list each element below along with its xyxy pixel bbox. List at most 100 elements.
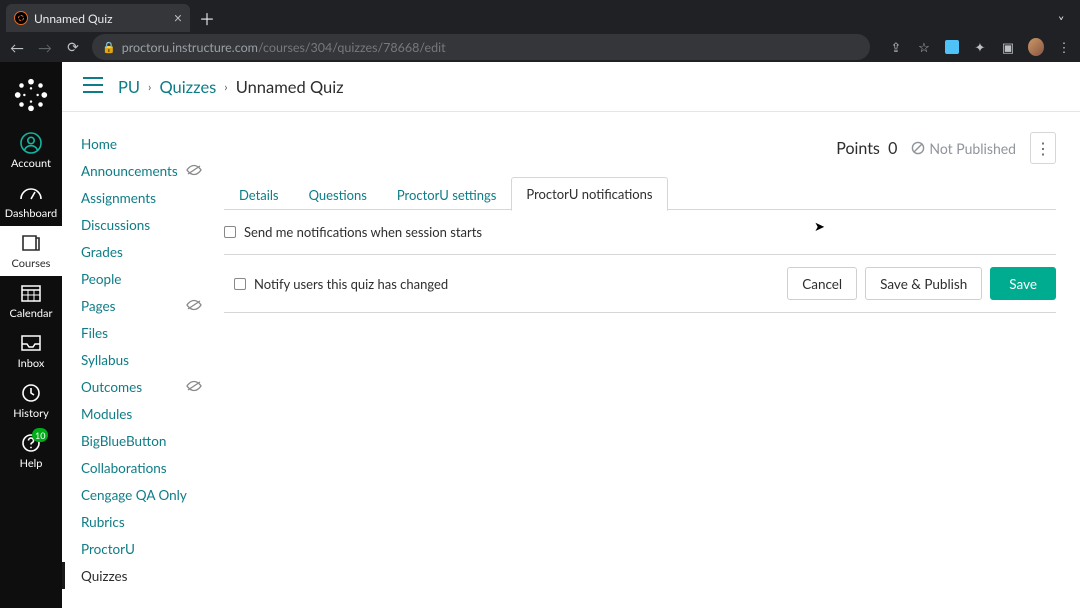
publish-status: Not Published	[911, 140, 1016, 157]
course-nav-item[interactable]: Outcomes	[62, 373, 212, 400]
course-nav-item[interactable]: ProctorU	[62, 535, 212, 562]
global-nav-label: History	[13, 407, 49, 420]
global-nav-history[interactable]: History	[0, 376, 62, 426]
global-nav-help[interactable]: 10 Help	[0, 426, 62, 476]
course-nav-label: People	[81, 271, 121, 287]
global-nav-label: Courses	[12, 257, 51, 270]
hamburger-button[interactable]	[82, 76, 104, 98]
back-button[interactable]: ←	[8, 39, 26, 56]
toolbar-right-icons: ⇪ ☆ ✦ ▣ ⋮	[888, 39, 1072, 55]
not-published-icon	[911, 141, 925, 155]
tabs: DetailsQuestionsProctorU settingsProctor…	[224, 176, 1056, 210]
hidden-icon	[186, 379, 202, 395]
breadcrumb-current: Unnamed Quiz	[236, 77, 344, 97]
global-nav-account[interactable]: Account	[0, 126, 62, 176]
extension-icon-1[interactable]	[944, 39, 960, 55]
save-button[interactable]: Save	[990, 267, 1056, 300]
dashboard-icon	[18, 181, 44, 205]
send-notifications-checkbox[interactable]	[224, 226, 236, 238]
global-nav-label: Dashboard	[5, 207, 57, 220]
address-bar[interactable]: 🔒 proctoru.instructure.com/courses/304/q…	[92, 34, 870, 60]
global-nav-label: Help	[20, 457, 43, 470]
publish-status-label: Not Published	[929, 140, 1016, 157]
course-nav-label: Discussions	[81, 217, 150, 233]
reload-button[interactable]: ⟳	[64, 38, 82, 56]
extensions-icon[interactable]: ✦	[972, 39, 988, 55]
url-text: proctoru.instructure.com/courses/304/qui…	[122, 40, 446, 55]
course-nav-item[interactable]: Quizzes	[62, 562, 212, 589]
breadcrumb-sep: ›	[224, 79, 227, 94]
content-tab[interactable]: ProctorU notifications	[511, 177, 667, 211]
content-tab[interactable]: Questions	[294, 177, 382, 211]
breadcrumb: PU › Quizzes › Unnamed Quiz	[118, 77, 344, 97]
global-nav-courses[interactable]: Courses	[0, 226, 62, 276]
send-notifications-row[interactable]: Send me notifications when session start…	[224, 224, 1056, 240]
course-nav-label: Quizzes	[81, 568, 128, 584]
points-value: 0	[888, 139, 897, 158]
global-nav-dashboard[interactable]: Dashboard	[0, 176, 62, 226]
course-nav-item[interactable]: Files	[62, 319, 212, 346]
global-nav-label: Inbox	[18, 357, 45, 370]
breadcrumb-sep: ›	[148, 79, 151, 94]
course-nav-item[interactable]: Modules	[62, 400, 212, 427]
cancel-button[interactable]: Cancel	[787, 267, 857, 300]
tab-favicon	[14, 11, 28, 25]
course-nav-item[interactable]: Syllabus	[62, 346, 212, 373]
tab-overflow-button[interactable]: ˅	[1052, 9, 1070, 32]
course-nav-label: Rubrics	[81, 514, 125, 530]
course-nav-item[interactable]: Discussions	[62, 211, 212, 238]
footer-row: Notify users this quiz has changed Cance…	[224, 255, 1056, 313]
browser-toolbar: ← → ⟳ 🔒 proctoru.instructure.com/courses…	[0, 32, 1080, 62]
browser-tab[interactable]: Unnamed Quiz ×	[6, 4, 190, 32]
course-nav-item[interactable]: Assignments	[62, 184, 212, 211]
course-nav-item[interactable]: Grades	[62, 238, 212, 265]
profile-avatar-icon[interactable]	[1028, 39, 1044, 55]
content-tab[interactable]: ProctorU settings	[382, 177, 512, 211]
notify-changed-row[interactable]: Notify users this quiz has changed	[224, 276, 779, 292]
kebab-menu-icon[interactable]: ⋮	[1056, 39, 1072, 55]
new-tab-button[interactable]: ＋	[196, 7, 218, 29]
course-nav-label: Files	[81, 325, 108, 341]
calendar-icon	[18, 281, 44, 305]
save-publish-button[interactable]: Save & Publish	[865, 267, 982, 300]
course-nav-label: Announcements	[81, 163, 178, 179]
content-tab[interactable]: Details	[224, 177, 294, 211]
points-label: Points	[836, 139, 880, 158]
share-icon[interactable]: ⇪	[888, 39, 904, 55]
breadcrumb-root[interactable]: PU	[118, 77, 140, 97]
course-nav-label: Syllabus	[81, 352, 129, 368]
course-nav-item[interactable]: Announcements	[62, 157, 212, 184]
more-options-button[interactable]: ⋮	[1030, 132, 1056, 164]
browser-tab-strip: Unnamed Quiz × ＋ ˅	[0, 0, 1080, 32]
course-nav-item[interactable]: Home	[62, 130, 212, 157]
course-nav-item[interactable]: BigBlueButton	[62, 427, 212, 454]
course-nav-item[interactable]: Collaborations	[62, 454, 212, 481]
side-panel-icon[interactable]: ▣	[1000, 39, 1016, 55]
courses-icon	[18, 231, 44, 255]
course-nav-item[interactable]: Pages	[62, 292, 212, 319]
global-nav-calendar[interactable]: Calendar	[0, 276, 62, 326]
course-nav-item[interactable]: Cengage QA Only	[62, 481, 212, 508]
course-nav-item[interactable]: People	[62, 265, 212, 292]
inbox-icon	[18, 331, 44, 355]
course-nav-label: Grades	[81, 244, 123, 260]
course-nav-label: ProctorU	[81, 541, 135, 557]
course-nav-label: Modules	[81, 406, 132, 422]
global-nav-inbox[interactable]: Inbox	[0, 326, 62, 376]
close-tab-icon[interactable]: ×	[174, 11, 182, 25]
global-nav-label: Account	[11, 157, 51, 170]
tab-title: Unnamed Quiz	[34, 11, 168, 26]
brand-logo[interactable]	[10, 74, 52, 116]
course-nav-item[interactable]: Rubrics	[62, 508, 212, 535]
notify-changed-checkbox[interactable]	[234, 278, 246, 290]
points-display: Points 0	[836, 139, 897, 158]
course-nav-label: Collaborations	[81, 460, 167, 476]
bookmark-icon[interactable]: ☆	[916, 39, 932, 55]
hidden-icon	[186, 298, 202, 314]
url-host: proctoru.instructure.com	[122, 40, 258, 55]
notifications-panel: Send me notifications when session start…	[224, 210, 1056, 255]
breadcrumb-section[interactable]: Quizzes	[159, 77, 216, 97]
forward-button[interactable]: →	[36, 39, 54, 56]
content-area: ➤ Points 0 Not Published ⋮ DetailsQuesti…	[212, 112, 1080, 608]
app-container: PU › Quizzes › Unnamed Quiz Home Announce…	[62, 62, 1080, 608]
